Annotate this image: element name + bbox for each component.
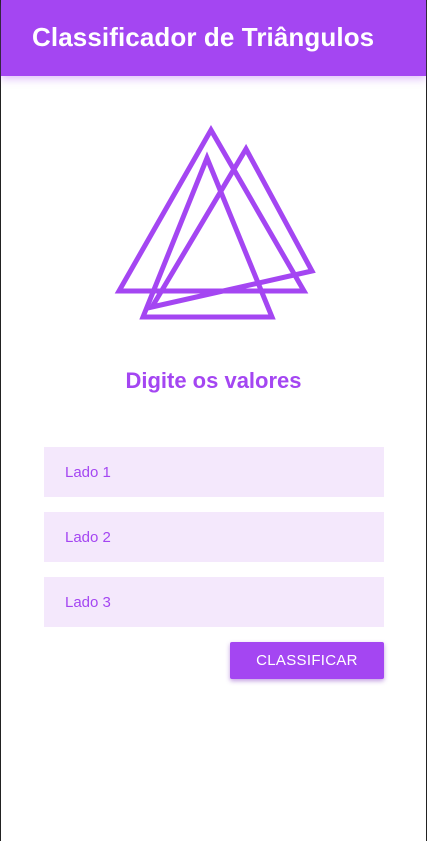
app-title: Classificador de Triângulos — [32, 22, 375, 52]
side-2-input[interactable] — [65, 528, 363, 546]
side-2-field[interactable] — [44, 512, 384, 562]
side-3-field[interactable] — [44, 577, 384, 627]
form-heading: Digite os valores — [125, 368, 302, 393]
triangles-logo-icon — [114, 125, 316, 320]
app-bar: Classificador de Triângulos — [1, 0, 426, 76]
side-1-field[interactable] — [44, 447, 384, 497]
side-3-input[interactable] — [65, 593, 363, 611]
classify-button[interactable]: CLASSIFICAR — [230, 642, 384, 679]
side-1-input[interactable] — [65, 463, 363, 481]
app-screen: Classificador de Triângulos Digite os va… — [0, 0, 427, 841]
